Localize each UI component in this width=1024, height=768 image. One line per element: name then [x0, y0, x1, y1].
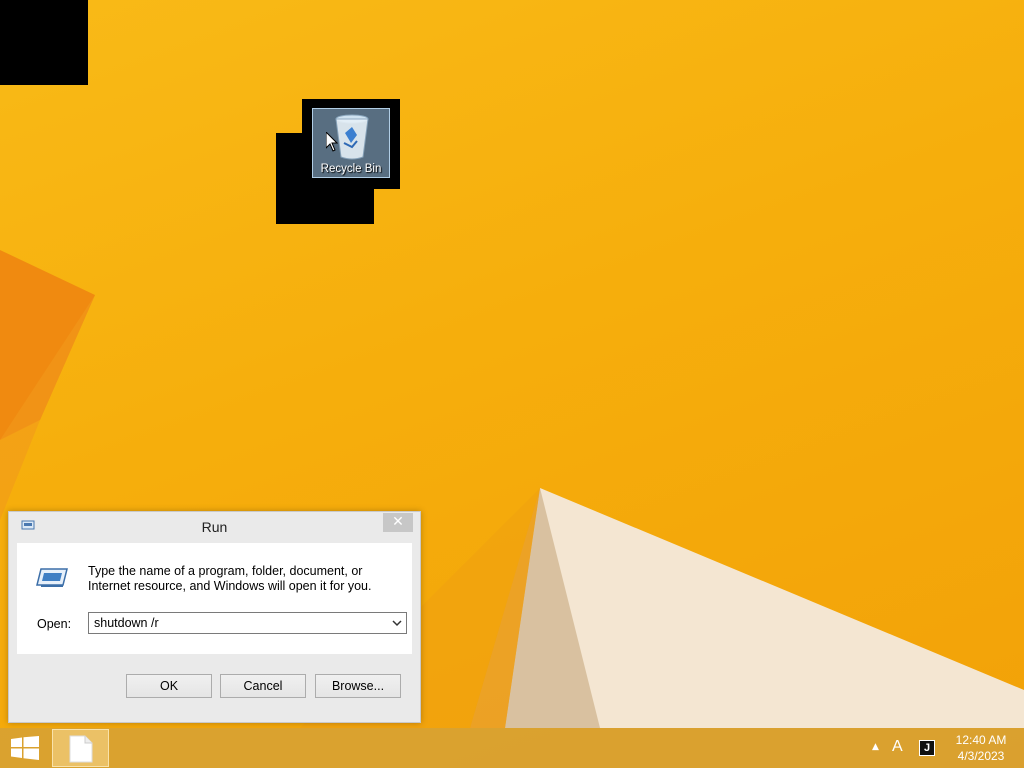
open-label: Open:: [37, 617, 72, 631]
open-input[interactable]: [89, 613, 390, 633]
open-combobox[interactable]: [88, 612, 407, 634]
recycle-bin-label: Recycle Bin: [320, 163, 382, 175]
run-dialog: Run ✕ Type the name of a program, folder…: [8, 511, 421, 723]
recycle-bin-icon: [335, 114, 369, 160]
clock-date: 4/3/2023: [957, 749, 1005, 763]
taskbar: ▲ A J 12:40 AM 4/3/2023: [0, 728, 1024, 768]
start-button[interactable]: [0, 728, 50, 768]
browse-button[interactable]: Browse...: [315, 674, 401, 698]
close-icon: ✕: [392, 514, 404, 530]
run-description: Type the name of a program, folder, docu…: [88, 564, 372, 593]
run-titlebar[interactable]: Run ✕: [9, 512, 420, 542]
desktop-icon-recycle-bin[interactable]: Recycle Bin: [312, 108, 390, 178]
desktop: Recycle Bin Run ✕ Type the name of a pro…: [0, 0, 1024, 768]
ime-indicator[interactable]: A: [892, 738, 903, 756]
taskbar-notepad-button[interactable]: [52, 729, 109, 767]
run-icon: [36, 568, 68, 587]
clock-time: 12:40 AM: [955, 733, 1007, 747]
mouse-pointer-icon: [326, 132, 338, 152]
windows-logo-icon: [11, 736, 39, 760]
run-title: Run: [201, 519, 228, 535]
ok-button[interactable]: OK: [126, 674, 212, 698]
black-block-top-left: [0, 0, 88, 85]
show-hidden-icons-icon[interactable]: ▲: [872, 742, 879, 752]
tray-app-icon[interactable]: J: [919, 740, 935, 756]
run-body: Type the name of a program, folder, docu…: [17, 543, 412, 654]
document-icon: [69, 735, 93, 763]
chevron-down-icon[interactable]: [392, 617, 402, 629]
close-button[interactable]: ✕: [383, 513, 413, 532]
cancel-button[interactable]: Cancel: [220, 674, 306, 698]
clock[interactable]: 12:40 AM 4/3/2023: [948, 732, 1014, 764]
